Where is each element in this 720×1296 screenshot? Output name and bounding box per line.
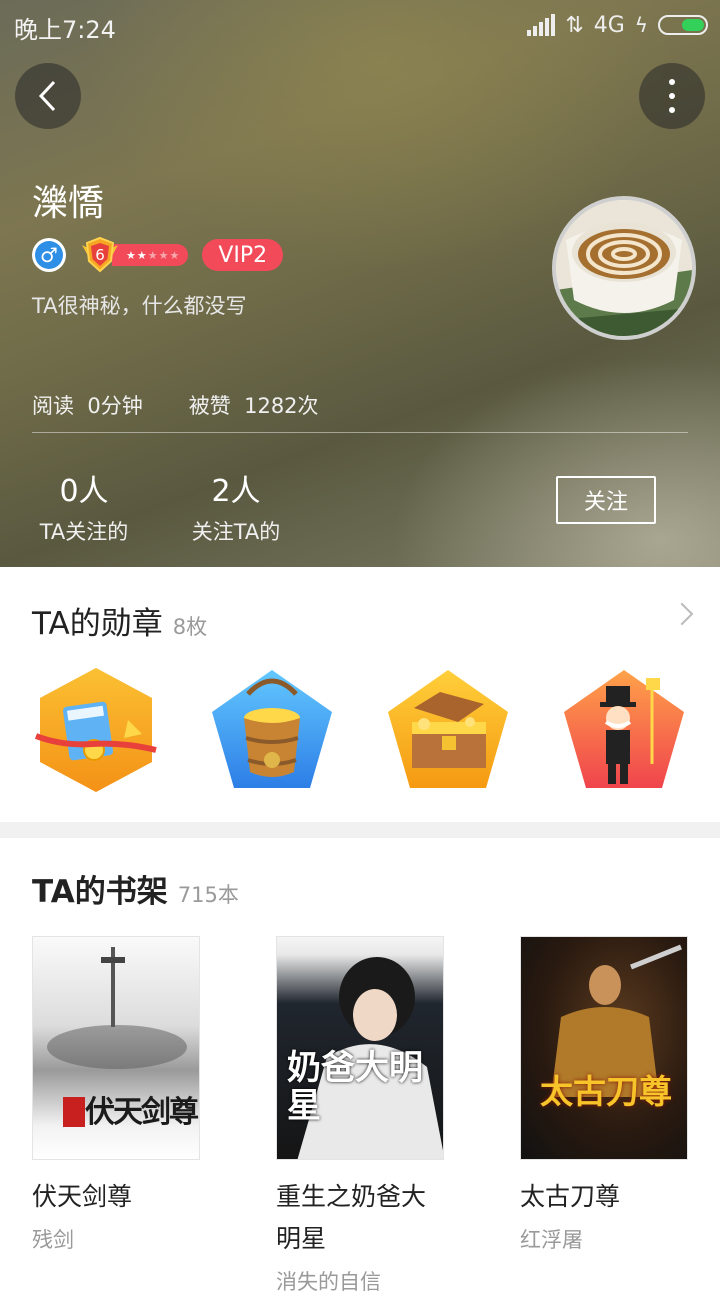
male-gender-icon: ♂ — [32, 238, 66, 272]
book-author: 红浮屠 — [520, 1228, 583, 1252]
section-separator — [0, 822, 720, 838]
vip-badge: VIP2 — [202, 239, 284, 271]
more-vertical-icon — [669, 79, 675, 113]
avatar-image — [556, 200, 692, 336]
book-title[interactable]: 太古刀尊 — [520, 1176, 688, 1218]
following-count: 0人 — [59, 474, 109, 509]
status-icons: ⇅ 4G ϟ — [527, 10, 708, 40]
medals-header[interactable]: TA的勋章 8枚 — [32, 598, 207, 643]
book-item[interactable]: 奶爸大明星 重生之奶爸大明星 消失的自信 — [276, 936, 444, 1296]
medal-check-in-icon[interactable] — [32, 664, 160, 796]
follow-button[interactable]: 关注 — [556, 476, 656, 524]
back-button[interactable] — [15, 63, 81, 129]
read-label: 阅读 — [32, 394, 74, 418]
avatar[interactable] — [552, 196, 696, 340]
more-button[interactable] — [639, 63, 705, 129]
network-type: 4G — [593, 12, 625, 38]
medals-count: 8枚 — [172, 615, 208, 639]
user-badges: ♂ 6 ★★ ★★★ VIP2 — [32, 236, 284, 273]
bookshelf-count: 715本 — [177, 883, 239, 907]
header-divider — [32, 432, 688, 433]
likes-label: 被赞 — [188, 394, 231, 418]
followers-count: 2人 — [211, 474, 261, 509]
book-title[interactable]: 伏天剑尊 — [32, 1176, 200, 1218]
level-shield-icon: 6 — [80, 235, 120, 275]
medals-title: TA的勋章 — [32, 606, 163, 642]
status-time: 晚上7:24 — [14, 16, 116, 44]
likes-value: 1282次 — [244, 394, 319, 418]
book-cover-text: 太古刀尊 — [540, 1072, 672, 1111]
chevron-left-icon — [38, 80, 56, 112]
reading-stats: 阅读 0分钟 被赞 1282次 — [32, 390, 319, 420]
book-cover[interactable]: 奶爸大明星 — [276, 936, 444, 1160]
book-author: 残剑 — [32, 1228, 74, 1252]
book-item[interactable]: 伏天剑尊 伏天剑尊 残剑 — [32, 936, 200, 1254]
bookshelf-title: TA的书架 — [32, 874, 168, 910]
user-name: 濼憍 — [32, 183, 105, 224]
book-author: 消失的自信 — [276, 1270, 381, 1294]
book-cover[interactable]: 太古刀尊 — [520, 936, 688, 1160]
medal-gold-bucket-icon[interactable] — [208, 664, 336, 796]
profile-header: 晚上7:24 ⇅ 4G ϟ 濼憍 ♂ 6 ★★ ★★★ VIP2 TA很神秘，什… — [0, 0, 720, 567]
battery-icon — [658, 15, 708, 35]
level-number: 6 — [95, 246, 105, 264]
followers-stat[interactable]: 2人 关注TA的 — [184, 466, 288, 546]
bookshelf-header: TA的书架 715本 — [32, 866, 239, 911]
book-cover-text: 伏天剑尊 — [85, 1095, 199, 1130]
followers-label: 关注TA的 — [191, 520, 281, 544]
medal-treasure-chest-icon[interactable] — [384, 664, 512, 796]
medal-tycoon-icon[interactable] — [560, 664, 688, 796]
following-label: TA关注的 — [39, 520, 129, 544]
data-transfer-icon: ⇅ — [565, 12, 584, 38]
bookshelf-list: 伏天剑尊 伏天剑尊 残剑 奶爸大明星 重生之奶爸大明星 消失的自信 太古刀尊 太… — [0, 936, 720, 1294]
level-stars: ★★ ★★★ — [112, 244, 189, 266]
status-bar: 晚上7:24 ⇅ 4G ϟ — [0, 0, 720, 50]
charging-icon: ϟ — [634, 13, 648, 37]
likes-stat: 被赞 1282次 — [189, 390, 319, 420]
user-signature: TA很神秘，什么都没写 — [32, 294, 247, 318]
signal-icon — [527, 14, 556, 36]
level-badge: 6 ★★ ★★★ — [80, 236, 189, 273]
following-stat[interactable]: 0人 TA关注的 — [32, 466, 136, 546]
book-cover-text: 奶爸大明星 — [287, 1048, 423, 1126]
medals-list — [32, 664, 692, 796]
read-value: 0分钟 — [87, 394, 143, 418]
book-title[interactable]: 重生之奶爸大明星 — [276, 1176, 444, 1260]
book-cover[interactable]: 伏天剑尊 — [32, 936, 200, 1160]
book-item[interactable]: 太古刀尊 太古刀尊 红浮屠 — [520, 936, 688, 1254]
read-time-stat: 阅读 0分钟 — [32, 390, 143, 420]
chevron-right-icon[interactable] — [670, 602, 694, 626]
